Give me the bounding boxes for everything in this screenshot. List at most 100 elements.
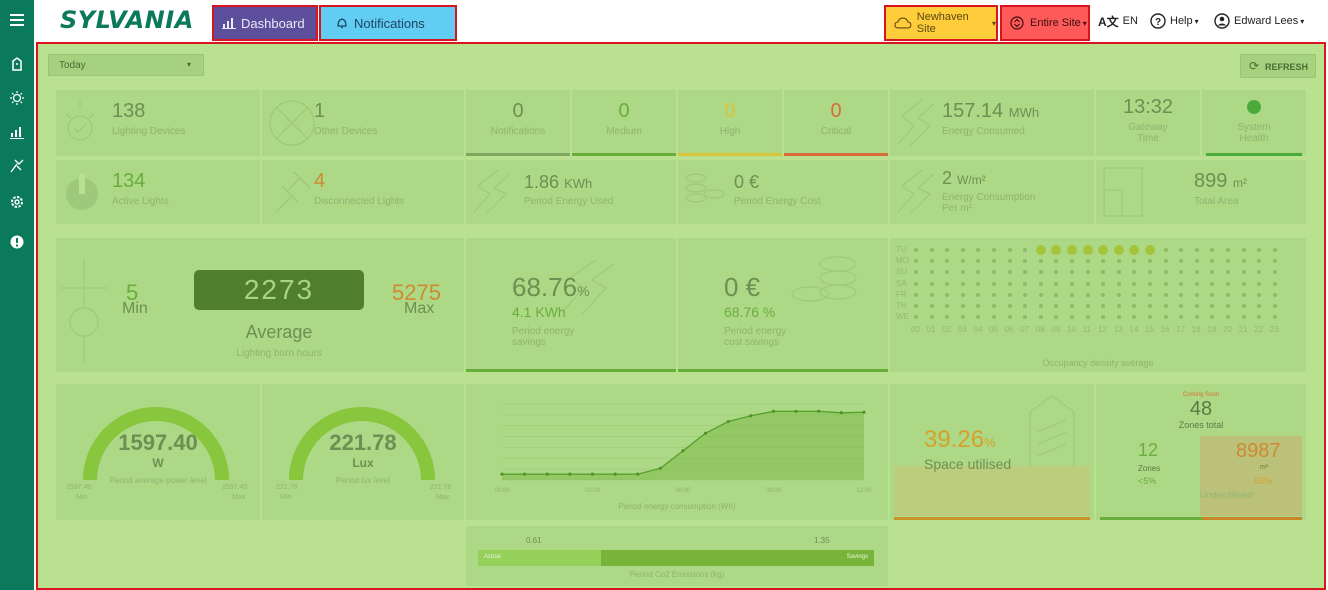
- system-health-bar: [1206, 153, 1302, 156]
- tab-notifications-label: Notifications: [354, 15, 425, 31]
- settings-icon[interactable]: [0, 190, 34, 214]
- other-devices-label: Other Devices: [314, 126, 378, 137]
- occupancy-hour-label: 11: [1082, 325, 1091, 335]
- occupancy-cell: [1148, 292, 1152, 297]
- occupancy-cell: [1210, 281, 1215, 286]
- energy-icon[interactable]: [0, 154, 34, 178]
- occupancy-cell: [1116, 259, 1121, 264]
- lux-level-card: 221.78 Lux Period lux level 221.78 Min 2…: [262, 384, 464, 520]
- critical-value: 0: [830, 100, 842, 122]
- occupancy-cell: [914, 270, 918, 275]
- occupancy-cell: [1241, 315, 1246, 320]
- occupancy-cell: [1272, 304, 1277, 308]
- notifications-value: 0: [512, 100, 524, 122]
- building-icon[interactable]: [0, 52, 34, 76]
- site-selector-label: Newhaven Site: [916, 11, 969, 35]
- dashboard-content: Today ▾ ⟳ REFRESH 138 Lighting Devices 1…: [36, 42, 1326, 590]
- occupancy-cell: [976, 259, 981, 264]
- occupancy-cell: [1132, 292, 1137, 297]
- chart-point: [794, 409, 798, 413]
- occupancy-cell: [992, 270, 996, 275]
- refresh-button[interactable]: ⟳ REFRESH: [1240, 54, 1316, 78]
- occupancy-hour-label: 17: [1176, 325, 1186, 335]
- active-lights-value: 134: [112, 170, 146, 192]
- occupancy-cell: [960, 315, 965, 320]
- occupancy-cell: [1038, 281, 1043, 286]
- menu-icon[interactable]: [0, 8, 34, 32]
- occupancy-cell: [976, 248, 981, 252]
- occupancy-cell: [1070, 315, 1074, 320]
- energy-consumption-label: Energy Consumption Per m²: [942, 192, 1036, 214]
- power-min: 1597.40: [66, 484, 92, 491]
- high-card[interactable]: 0 High: [678, 90, 782, 156]
- occupancy-cell: [1210, 315, 1215, 320]
- burn-average-box: 2273: [194, 270, 364, 310]
- scope-selector[interactable]: Entire Site ▾: [1000, 5, 1090, 41]
- occupancy-cell: [1179, 304, 1184, 308]
- period-select[interactable]: Today ▾: [48, 54, 204, 76]
- help-label: Help: [1170, 15, 1193, 27]
- occupancy-cell: [914, 304, 918, 308]
- period-energy-used-card: 1.86 KWh Period Energy Used: [466, 160, 676, 224]
- alert-icon[interactable]: [0, 230, 34, 254]
- lighting-devices-label: Lighting Devices: [112, 126, 186, 137]
- energy-consumption-value: 2: [942, 168, 953, 188]
- occupancy-hour-label: 20: [1223, 325, 1232, 335]
- zones-total-value: 48: [1189, 398, 1213, 420]
- analytics-icon[interactable]: [0, 120, 34, 144]
- energy-savings-pct: 68.76: [512, 272, 578, 302]
- lightbulb-icon[interactable]: [0, 86, 34, 110]
- occupancy-cell: [929, 270, 934, 275]
- language-selector[interactable]: A文 EN: [1098, 12, 1138, 30]
- burn-hours-caption: Lighting burn hours: [236, 348, 322, 359]
- help-icon: ?: [1150, 13, 1166, 29]
- occupancy-cell: [1163, 248, 1168, 252]
- burn-average-label: Average: [245, 322, 313, 342]
- occupancy-hour-label: 06: [1004, 325, 1014, 335]
- occupancy-cell: [1132, 281, 1137, 286]
- occupancy-cell: [929, 304, 934, 308]
- chart-point: [681, 449, 685, 453]
- notifications-card[interactable]: 0 Notifications: [466, 90, 570, 156]
- site-selector[interactable]: Newhaven Site ▾: [884, 5, 998, 41]
- occupancy-cell: [914, 315, 918, 320]
- occupancy-cell: [1257, 292, 1262, 297]
- occupancy-cell: [1038, 270, 1043, 275]
- occupancy-cell: [1210, 259, 1215, 264]
- occupancy-cell: [1054, 304, 1059, 308]
- occupancy-cell: [1163, 315, 1168, 320]
- user-menu[interactable]: Edward Lees ▾: [1214, 12, 1304, 30]
- occupancy-cell: [929, 315, 934, 320]
- occupancy-cell: [1272, 292, 1277, 297]
- occupancy-cell: [1051, 245, 1062, 255]
- occupancy-cell: [914, 292, 918, 297]
- gateway-time-card: 13:32 Gateway Time: [1096, 90, 1200, 156]
- occupancy-row-label: MO: [896, 256, 909, 266]
- cloud-icon: [894, 17, 912, 29]
- critical-card[interactable]: 0 Critical: [784, 90, 888, 156]
- occupancy-row-label: TH: [896, 301, 907, 310]
- chart-x-tick: 00:00: [494, 488, 510, 494]
- occupancy-cell: [1257, 315, 1262, 320]
- chart-area: [502, 411, 864, 480]
- occupancy-cell: [1116, 292, 1121, 297]
- occupancy-cell: [1023, 270, 1028, 275]
- energy-savings-caption: Period energy savings: [512, 326, 575, 348]
- critical-label: Critical: [820, 126, 852, 137]
- chart-point: [817, 409, 821, 413]
- tab-notifications[interactable]: Notifications: [319, 5, 457, 41]
- help-menu[interactable]: ? Help ▾: [1150, 12, 1199, 30]
- occupancy-cell: [960, 292, 965, 297]
- occupancy-cell: [1163, 270, 1168, 275]
- tab-dashboard[interactable]: Dashboard: [212, 5, 318, 41]
- power-max: 1597.40: [222, 484, 248, 491]
- energy-consumed-unit: MWh: [1008, 105, 1040, 120]
- occupancy-cell: [945, 292, 950, 297]
- power-value: 1597.40: [118, 430, 198, 455]
- occupancy-hour-label: 15: [1145, 325, 1154, 335]
- medium-card[interactable]: 0 Medium: [572, 90, 676, 156]
- chart-point: [771, 409, 776, 413]
- occupancy-cell: [1132, 315, 1137, 320]
- occupancy-hour-label: 09: [1051, 325, 1061, 335]
- occupancy-cell: [1085, 281, 1090, 286]
